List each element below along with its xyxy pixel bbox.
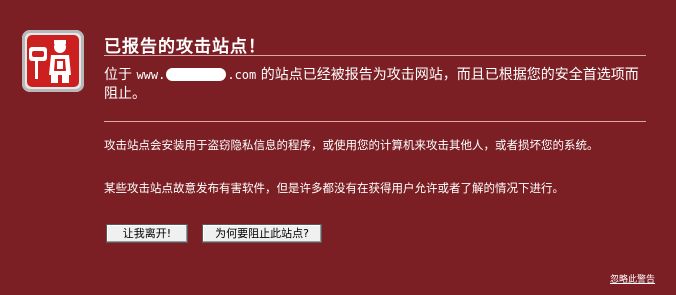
page-title: 已报告的攻击站点！ xyxy=(104,37,266,57)
harmful-software-paragraph: 某些攻击站点故意发布有害软件，但是许多都没有在获得用户允许或者了解的情况下进行。 xyxy=(104,181,564,195)
ignore-warning-link[interactable]: 忽略此警告 xyxy=(610,272,655,285)
title-divider xyxy=(104,55,646,56)
attack-site-warning-page: 已报告的攻击站点！ 位于 www. .com 的站点已经被报告为攻击网站，而且已根… xyxy=(0,0,676,295)
blocked-domain-end: .com xyxy=(227,68,257,82)
blocked-domain-start: www. xyxy=(136,68,166,82)
attack-explanation-paragraph: 攻击站点会安装用于盗窃隐私信息的程序，或使用您的计算机来攻击其他人，或者损坏您的… xyxy=(104,138,599,152)
lead-prefix: 位于 xyxy=(104,67,137,83)
why-blocked-button[interactable]: 为何要阻止此站点? xyxy=(202,224,322,243)
get-me-out-button[interactable]: 让我离开! xyxy=(106,224,188,243)
content-divider xyxy=(104,121,646,122)
attack-site-warning-icon xyxy=(22,30,84,92)
redaction-blot xyxy=(166,68,227,81)
blocked-site-message: 位于 www. .com 的站点已经被报告为攻击网站，而且已根据您的安全首选项而阻… xyxy=(104,66,652,104)
